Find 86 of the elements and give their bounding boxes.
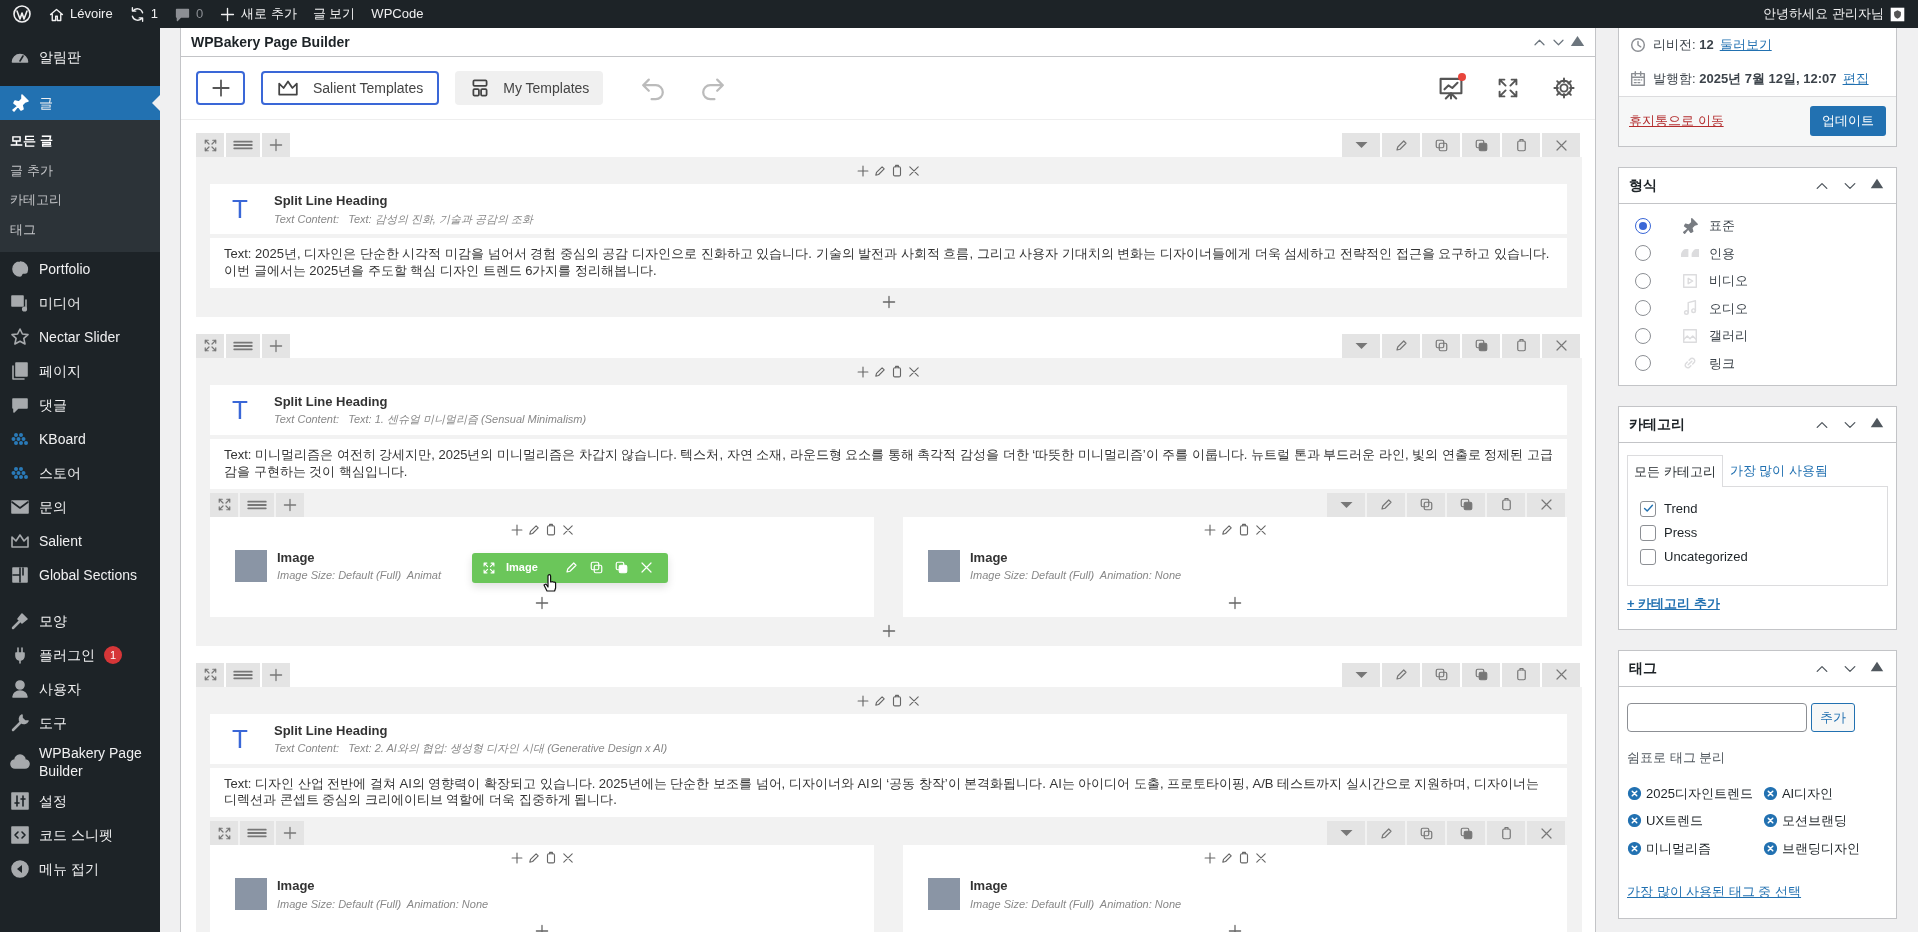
sidebar-item[interactable]: KBoard (0, 422, 160, 456)
sidebar-item[interactable]: 글 (0, 86, 160, 120)
sidebar-item[interactable]: Global Sections (0, 558, 160, 592)
heading-type-icon: T (232, 725, 254, 752)
option-label: 표준 (1709, 217, 1735, 235)
tag-label: 브랜딩디자인 (1781, 839, 1860, 858)
templates-button[interactable]: My Templates (455, 71, 604, 105)
add-tag-button[interactable]: 추가 (1811, 703, 1855, 732)
sidebar-item[interactable]: 코드 스니펫 (0, 818, 160, 853)
text-element: Text: 미니멀리즘은 여전히 강세지만, 2025년의 미니멀리즘은 차갑지 않습니다. 텍스처, 자연 소재, 라운드형 요소를 통해 촉각적 감성을 더한 ‘따뜻한 미니멀리즘’이 주를 이룹니다. 뉴트럴 톤과 부드러운 라인, 빛의 연출로 정제된 고급감을 구현하는 것이 핵심입니다. (210, 438, 1567, 489)
text-element: Text: 2025년, 디자인은 단순한 시각적 미감을 넘어서 경험 중심의 공감 디자인으로 진화하고 있습니다. 기술의 발전과 사회적 흐름, 그리고 사용자 기대치의 변화는 디자이너들에게 더욱 섬세하고 전략적인 접근을 요구하고 있습니다. 이번 글에서는 2025년을 주도할 핵심 디자인 트렌드 6가지를 정리해봅니다. (210, 238, 1567, 288)
text-element: Text: 디자인 산업 전반에 걸쳐 AI의 영향력이 확장되고 있습니다. 2025년에는 단순한 보조를 넘어, 디자이너와 AI의 ‘공동 창작’이 본격화됩니다. AI는 아이디어 도출, 프로토타이핑, A/B 테스트까지 실시간으로 지원하며, 디자이너는 디렉션과 콘셉트 중심의 크리에이티브 역할에 더욱 집중하게 됩니다. (210, 767, 1567, 818)
edit-link[interactable]: 둘러보기 (1719, 35, 1772, 55)
box-title: 카테고리 (1629, 415, 1685, 434)
heading-type-icon: T (232, 396, 254, 423)
sidebar-item[interactable]: 사용자 (0, 672, 160, 706)
tab[interactable]: 모든 카테고리 (1627, 455, 1723, 487)
sidebar-item[interactable]: Portfolio (0, 252, 160, 286)
choose-tags-link[interactable]: 가장 많이 사용된 태그 중 선택 (1627, 884, 1802, 899)
sidebar-item[interactable]: 문의 (0, 490, 160, 524)
tab[interactable]: 가장 많이 사용됨 (1722, 455, 1835, 486)
checkbox-label: Trend (1664, 499, 1698, 518)
checkbox-label: Press (1664, 523, 1698, 542)
sidebar-item[interactable]: 도구 (0, 706, 160, 740)
sidebar-item[interactable]: 플러그인 1 (0, 638, 160, 672)
element-summary: Text Content: Text: 1. 센슈얼 미니멀리즘 (Sensual Minimalism) (274, 412, 587, 428)
admin-bar-link[interactable]: 1 (120, 0, 166, 28)
sidebar-item[interactable]: Nectar Slider (0, 320, 160, 354)
option-label: 비디오 (1709, 272, 1748, 290)
panel-title: WPBakery Page Builder (191, 32, 350, 52)
sidebar-item[interactable]: 메뉴 접기 (0, 852, 160, 887)
option-label: 링크 (1709, 354, 1735, 373)
submenu-item[interactable]: 모든 글 (0, 126, 160, 156)
add-category-link[interactable]: + 카테고리 추가 (1627, 595, 1720, 611)
tag-label: 모션브랜딩 (1781, 812, 1847, 830)
submenu-item[interactable]: 글 추가 (0, 155, 160, 185)
option-label: 오디오 (1709, 299, 1748, 318)
tag-label: 2025디자인트렌드 (1646, 784, 1753, 803)
heading-type-icon: T (232, 196, 254, 222)
published-text: 발행함: 2025년 7월 12일, 12:07 (1653, 70, 1837, 89)
admin-bar-link[interactable]: Lévoire (40, 0, 121, 28)
templates-button[interactable]: Salient Templates (261, 71, 440, 105)
sidebar-item[interactable]: 설정 (0, 784, 160, 819)
element-label: Image (506, 560, 538, 576)
tag-label: AI디자인 (1781, 784, 1834, 803)
element-title: Image (970, 548, 1009, 567)
submenu-item[interactable]: 카테고리 (0, 185, 160, 215)
sidebar-item[interactable]: 스토어 (0, 456, 160, 490)
element-summary: Image Size: Default (Full) Animat (277, 568, 442, 584)
sidebar-item[interactable]: 페이지 (0, 354, 160, 388)
element-title: Image (277, 548, 316, 567)
admin-bar-link[interactable]: WPCode (363, 0, 432, 28)
sidebar-item[interactable]: 미디어 (0, 286, 160, 320)
box-title: 태그 (1629, 659, 1657, 678)
admin-bar-link[interactable]: 0 (165, 0, 212, 28)
checkbox-label: Uncategorized (1664, 547, 1748, 566)
element-title: Split Line Heading (274, 392, 389, 411)
sidebar-item[interactable]: WPBakery Page Builder (0, 740, 160, 785)
sidebar-item[interactable]: 댓글 (0, 388, 160, 422)
element-title: Split Line Heading (274, 721, 389, 740)
submenu-item[interactable]: 태그 (0, 214, 160, 244)
element-summary: Image Size: Default (Full) Animation: None (970, 896, 1182, 912)
element-title: Split Line Heading (274, 192, 389, 210)
element-summary: Image Size: Default (Full) Animation: None (277, 896, 489, 912)
sidebar-item[interactable]: Salient (0, 524, 160, 558)
sidebar-item[interactable]: 알림판 (0, 40, 160, 74)
admin-bar-link[interactable]: 새로 추가 (211, 0, 305, 28)
update-button[interactable]: 업데이트 (1810, 106, 1886, 136)
trash-link[interactable]: 휴지통으로 이동 (1629, 111, 1724, 131)
element-title: Image (277, 877, 316, 896)
option-label: 갤러리 (1709, 327, 1748, 345)
edit-link[interactable]: 편집 (1842, 69, 1869, 89)
element-summary: Text Content: Text: 2. AI와의 협업: 생성형 디자인 시대 (Generative Design x AI) (274, 741, 668, 757)
element-summary: Text Content: Text: 감성의 진화, 기술과 공감의 조화 (274, 211, 533, 227)
hint-text: 쉼표로 태그 분리 (1627, 749, 1727, 767)
element-title: Image (970, 877, 1009, 896)
box-title: 형식 (1629, 176, 1657, 195)
account-menu[interactable]: 안녕하세요 관리자님 (1755, 0, 1914, 28)
admin-bar-link[interactable]: 글 보기 (304, 0, 364, 28)
tag-label: UX트렌드 (1646, 812, 1704, 830)
element-summary: Image Size: Default (Full) Animation: None (970, 568, 1182, 584)
count-badge: 1 (104, 646, 122, 664)
revisions-text: 리비전: 12 (1653, 36, 1714, 55)
sidebar-item[interactable]: 모양 (0, 604, 160, 638)
option-label: 인용 (1709, 244, 1735, 263)
tag-label: 미니멀리즘 (1646, 839, 1711, 858)
